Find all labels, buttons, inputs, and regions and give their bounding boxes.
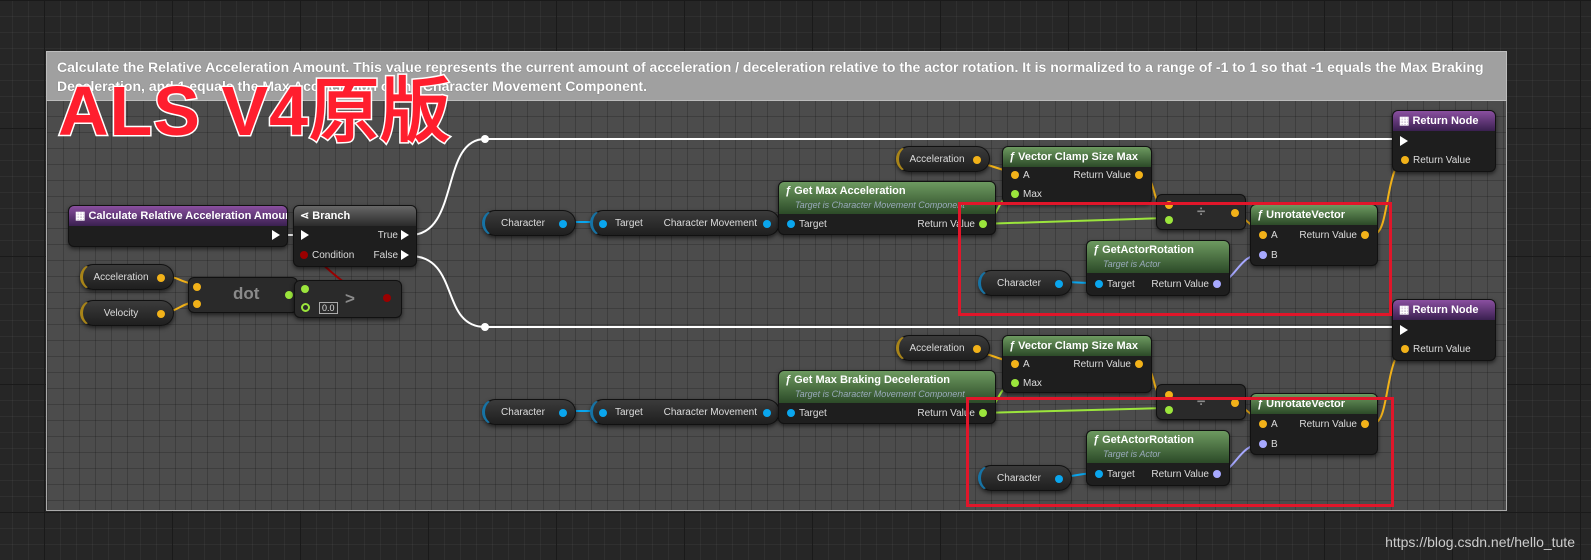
branch-icon: ⋖ bbox=[300, 210, 313, 222]
character-movement-getter[interactable]: Target Character Movement bbox=[590, 399, 780, 425]
overlay-title: ALS V4原版 bbox=[56, 71, 452, 152]
exec-arrow-icon bbox=[272, 230, 280, 241]
a-pin[interactable]: A bbox=[1007, 359, 1030, 371]
reroute-knot bbox=[481, 323, 489, 331]
target-pin[interactable]: Target bbox=[783, 408, 827, 420]
object-pin-icon[interactable] bbox=[763, 220, 771, 228]
acceleration-variable[interactable]: Acceleration bbox=[896, 146, 990, 172]
float-pin-icon[interactable] bbox=[285, 291, 293, 299]
function-icon: ▦ bbox=[1399, 115, 1413, 127]
character-variable[interactable]: Character bbox=[482, 210, 576, 236]
object-pin-icon bbox=[787, 220, 795, 229]
greater-than-node[interactable]: 0.0 > bbox=[294, 280, 402, 318]
max-pin[interactable]: Max bbox=[1007, 189, 1042, 201]
vector-pin-icon[interactable] bbox=[193, 283, 201, 291]
vector-pin-icon bbox=[1401, 156, 1409, 165]
node-title: Calculate Relative Acceleration Amount bbox=[88, 210, 287, 222]
highlight-box bbox=[966, 397, 1394, 507]
node-label: dot bbox=[233, 284, 260, 303]
exec-arrow-icon bbox=[401, 250, 409, 261]
function-icon: ▦ bbox=[75, 210, 89, 222]
float-pin-icon bbox=[1011, 379, 1019, 388]
condition-pin[interactable]: Condition bbox=[296, 250, 354, 262]
exec-arrow-icon bbox=[1400, 136, 1408, 147]
dot-product-node[interactable]: dot bbox=[188, 277, 298, 313]
acceleration-variable[interactable]: Acceleration bbox=[80, 264, 174, 290]
return-value-pin[interactable]: Return Value bbox=[1073, 170, 1147, 182]
vector-pin-icon[interactable] bbox=[973, 345, 981, 353]
function-icon: ƒ bbox=[1009, 151, 1016, 163]
true-pin[interactable]: True bbox=[378, 230, 412, 242]
return-value-pin[interactable]: Return Value bbox=[1073, 359, 1147, 371]
default-value-field[interactable]: 0.0 bbox=[319, 302, 338, 314]
exec-out-pin[interactable] bbox=[269, 230, 283, 242]
function-icon: ▦ bbox=[1399, 304, 1413, 316]
character-variable[interactable]: Character bbox=[482, 399, 576, 425]
exec-in-pin[interactable] bbox=[298, 230, 312, 242]
object-pin-icon[interactable] bbox=[763, 409, 771, 417]
node-title: Branch bbox=[312, 210, 351, 222]
object-pin-icon[interactable] bbox=[599, 409, 607, 417]
float-pin-icon bbox=[1011, 190, 1019, 199]
vector-pin-icon[interactable] bbox=[157, 310, 165, 318]
vector-pin-icon bbox=[1135, 360, 1143, 369]
return-node[interactable]: ▦ Return Node Return Value bbox=[1392, 110, 1496, 172]
function-icon: ƒ bbox=[785, 185, 792, 197]
acceleration-variable[interactable]: Acceleration bbox=[896, 335, 990, 361]
vector-pin-icon[interactable] bbox=[157, 274, 165, 282]
exec-arrow-icon bbox=[401, 230, 409, 241]
node-label: > bbox=[345, 289, 355, 308]
vector-pin-icon bbox=[1401, 345, 1409, 354]
target-pin[interactable]: Target bbox=[783, 219, 827, 231]
float-pin-empty-icon[interactable] bbox=[301, 303, 310, 312]
vector-clamp-size-max-node[interactable]: ƒ Vector Clamp Size Max A Max Return Valu… bbox=[1002, 146, 1152, 204]
exec-arrow-icon bbox=[1400, 325, 1408, 336]
object-pin-icon bbox=[787, 409, 795, 418]
function-icon: ƒ bbox=[1009, 340, 1016, 352]
vector-pin-icon bbox=[1011, 360, 1019, 369]
vector-pin-icon[interactable] bbox=[193, 300, 201, 308]
vector-pin-icon bbox=[1135, 171, 1143, 180]
function-icon: ƒ bbox=[785, 374, 792, 386]
exec-arrow-icon bbox=[301, 230, 309, 241]
watermark: https://blog.csdn.net/hello_tute bbox=[1385, 534, 1575, 550]
object-pin-icon[interactable] bbox=[559, 409, 567, 417]
bool-pin-icon[interactable] bbox=[383, 294, 391, 302]
max-pin[interactable]: Max bbox=[1007, 378, 1042, 390]
vector-clamp-size-max-node[interactable]: ƒ Vector Clamp Size Max A Max Return Valu… bbox=[1002, 335, 1152, 393]
exec-in-pin[interactable] bbox=[1397, 325, 1411, 337]
get-max-braking-deceleration-node[interactable]: ƒ Get Max Braking Deceleration Target is C… bbox=[778, 370, 996, 424]
function-entry-node[interactable]: ▦ Calculate Relative Acceleration Amount bbox=[68, 205, 288, 247]
exec-in-pin[interactable] bbox=[1397, 136, 1411, 148]
return-value-pin[interactable]: Return Value bbox=[1397, 155, 1471, 167]
return-node[interactable]: ▦ Return Node Return Value bbox=[1392, 299, 1496, 361]
vector-pin-icon[interactable] bbox=[973, 156, 981, 164]
bool-pin-icon bbox=[300, 251, 308, 260]
return-value-pin[interactable]: Return Value bbox=[1397, 344, 1471, 356]
float-pin-icon[interactable] bbox=[301, 285, 309, 293]
vector-pin-icon bbox=[1011, 171, 1019, 180]
reroute-knot bbox=[481, 135, 489, 143]
branch-node[interactable]: ⋖ Branch Condition True False bbox=[293, 205, 417, 267]
object-pin-icon[interactable] bbox=[599, 220, 607, 228]
object-pin-icon[interactable] bbox=[559, 220, 567, 228]
velocity-variable[interactable]: Velocity bbox=[80, 300, 174, 326]
character-movement-getter[interactable]: Target Character Movement bbox=[590, 210, 780, 236]
highlight-box bbox=[958, 202, 1392, 316]
a-pin[interactable]: A bbox=[1007, 170, 1030, 182]
false-pin[interactable]: False bbox=[374, 250, 412, 262]
